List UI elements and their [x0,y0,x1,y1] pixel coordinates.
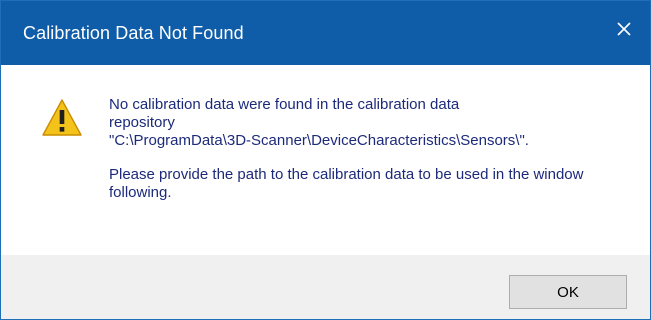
message-line-1: No calibration data were found in the ca… [109,96,460,113]
calibration-dialog: Calibration Data Not Found No calibratio… [0,0,651,320]
dialog-body: No calibration data were found in the ca… [1,65,650,255]
close-icon [616,21,632,42]
window-title: Calibration Data Not Found [23,23,244,43]
message-line-2: repository [109,114,175,131]
message-paragraph-2: Please provide the path to the calibrati… [109,166,584,201]
title-bar[interactable]: Calibration Data Not Found [1,1,650,65]
message-text: No calibration data were found in the ca… [109,96,634,202]
ok-button[interactable]: OK [509,275,627,309]
close-button[interactable] [606,13,642,49]
dialog-footer: OK [1,255,650,319]
message-paragraph-1: No calibration data were found in the ca… [109,96,634,150]
warning-icon [41,98,83,137]
repository-path: "C:\ProgramData\3D-Scanner\DeviceCharact… [109,132,529,149]
